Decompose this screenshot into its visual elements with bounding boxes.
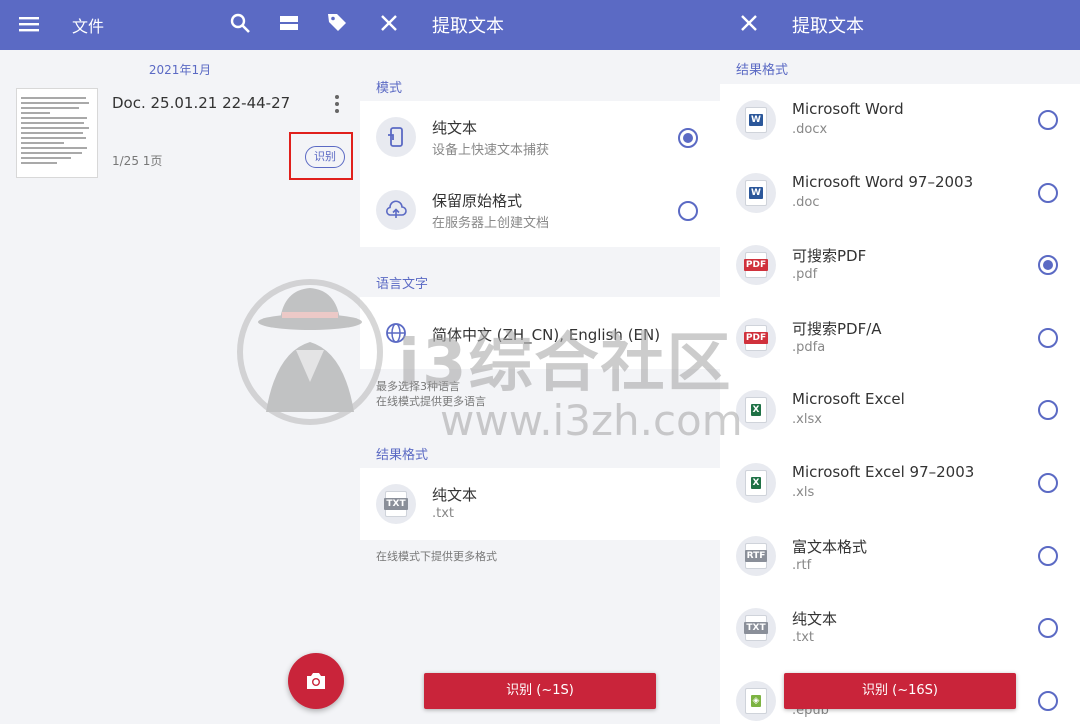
format-ext: .pdfa <box>792 339 826 355</box>
format-list: W Microsoft Word .docx W Microsoft Word 97–2… <box>720 84 1080 724</box>
format-note: 在线模式下提供更多格式 <box>376 550 497 563</box>
format-option-txt[interactable]: TXT 纯文本 .txt <box>360 468 720 540</box>
format-label: 纯文本 <box>792 610 838 629</box>
mode-option-keep-format[interactable]: 保留原始格式 在服务器上创建文档 <box>360 174 720 246</box>
menu-icon[interactable] <box>18 13 40 35</box>
page-title: 提取文本 <box>432 16 504 37</box>
format-ext: .txt <box>792 630 815 646</box>
search-icon[interactable] <box>229 12 251 34</box>
camera-button[interactable] <box>288 653 344 709</box>
document-item[interactable]: Doc. 25.01.21 22-44-27 1/25 1页 识别 <box>10 84 355 184</box>
language-option[interactable]: 简体中文 (ZH_CN), English (EN) <box>360 297 720 369</box>
page-title: 文件 <box>72 17 105 36</box>
format-label: Microsoft Excel 97–2003 <box>792 463 975 481</box>
more-icon[interactable] <box>330 94 344 114</box>
format-label: Microsoft Excel <box>792 390 905 409</box>
recognize-chip[interactable]: 识别 <box>305 146 345 168</box>
extract-panel-mode: 提取文本 模式 纯文本 设备上快速文本捕获 保留原始格式 在服务器上创建文档 语… <box>360 0 720 724</box>
mode-sub: 在服务器上创建文档 <box>432 216 550 231</box>
mode-radio[interactable] <box>678 201 698 221</box>
language-card[interactable]: 简体中文 (ZH_CN), English (EN) <box>360 297 720 369</box>
mode-label: 纯文本 <box>432 119 478 137</box>
format-radio[interactable] <box>1038 255 1058 276</box>
format-option[interactable]: PDF 可搜索PDF .pdf <box>720 229 1080 301</box>
cloud-icon <box>376 190 416 230</box>
highlight-box: 识别 <box>289 132 353 180</box>
file-type-icon: PDF <box>736 317 776 358</box>
format-card[interactable]: TXT 纯文本 .txt <box>360 468 720 540</box>
format-ext: .xls <box>792 485 815 500</box>
mode-section-header: 模式 <box>376 81 403 96</box>
tag-icon[interactable] <box>326 11 348 33</box>
format-radio[interactable] <box>1038 545 1058 566</box>
phone-icon <box>376 117 416 157</box>
format-option[interactable]: PDF 可搜索PDF/A .pdfa <box>720 302 1080 374</box>
format-ext: .doc <box>792 194 820 210</box>
format-ext: .rtf <box>792 557 812 573</box>
format-ext: .txt <box>432 506 455 521</box>
txt-file-icon: TXT <box>376 484 416 524</box>
format-label: 富文本格式 <box>792 537 868 556</box>
file-type-icon: RTF <box>736 535 776 576</box>
format-option[interactable]: W Microsoft Word .docx <box>720 84 1080 156</box>
format-option[interactable]: TXT 纯文本 .txt <box>720 592 1080 664</box>
files-panel: 文件 2021年1月 Doc. 25.01.21 22-44-27 1/25 1… <box>0 0 360 724</box>
document-title: Doc. 25.01.21 22-44-27 <box>112 94 291 112</box>
extract-app-bar: 提取文本 <box>360 0 720 50</box>
format-option[interactable]: X Microsoft Excel .xlsx <box>720 374 1080 446</box>
format-option[interactable]: X Microsoft Excel 97–2003 .xls <box>720 447 1080 519</box>
format-ext: .pdf <box>792 267 818 283</box>
close-icon[interactable] <box>740 14 758 32</box>
format-radio[interactable] <box>1038 473 1058 493</box>
format-label: Microsoft Word <box>792 100 904 118</box>
document-thumbnail <box>16 88 98 178</box>
format-radio[interactable] <box>1038 618 1058 639</box>
close-icon[interactable] <box>380 14 398 32</box>
view-icon[interactable] <box>278 12 300 34</box>
mode-sub: 设备上快速文本捕获 <box>432 143 550 158</box>
format-section-header: 结果格式 <box>736 63 789 78</box>
format-radio[interactable] <box>1038 690 1058 711</box>
mode-radio[interactable] <box>678 128 698 148</box>
format-radio[interactable] <box>1038 327 1058 348</box>
recognize-button[interactable]: 识别 (~16S) <box>784 673 1016 709</box>
language-label: 简体中文 (ZH_CN), English (EN) <box>432 326 661 344</box>
extract-panel-formats: 提取文本 结果格式 W Microsoft Word .docx W Microsoft… <box>720 0 1080 724</box>
format-option[interactable]: RTF 富文本格式 .rtf <box>720 520 1080 592</box>
language-note-1: 最多选择3种语言 <box>376 380 460 393</box>
globe-icon <box>376 313 416 353</box>
language-note-2: 在线模式提供更多语言 <box>376 395 486 408</box>
mode-option-plain-text[interactable]: 纯文本 设备上快速文本捕获 <box>360 101 720 173</box>
file-type-icon: PDF <box>736 245 776 286</box>
file-type-icon: TXT <box>736 608 776 649</box>
files-app-bar: 文件 <box>0 0 360 50</box>
document-meta: 1/25 1页 <box>112 154 163 168</box>
file-type-icon: X <box>736 463 776 503</box>
format-radio[interactable] <box>1038 400 1058 421</box>
recognize-button[interactable]: 识别 (~1S) <box>424 673 656 709</box>
language-section-header: 语言文字 <box>376 277 429 292</box>
format-label: 可搜索PDF/A <box>792 319 882 338</box>
mode-card: 纯文本 设备上快速文本捕获 保留原始格式 在服务器上创建文档 <box>360 101 720 247</box>
format-section-header: 结果格式 <box>376 448 429 463</box>
format-label: 纯文本 <box>432 486 478 504</box>
date-header: 2021年1月 <box>148 63 212 77</box>
file-type-icon: W <box>736 100 776 140</box>
camera-icon <box>304 670 328 692</box>
file-type-icon: W <box>736 172 776 213</box>
page-title: 提取文本 <box>792 16 864 37</box>
format-option[interactable]: W Microsoft Word 97–2003 .doc <box>720 157 1080 229</box>
format-label: Microsoft Word 97–2003 <box>792 172 974 191</box>
mode-label: 保留原始格式 <box>432 192 523 210</box>
format-ext: .xlsx <box>792 412 822 428</box>
format-radio[interactable] <box>1038 182 1058 203</box>
file-type-icon: ◈ <box>736 680 776 721</box>
format-label: 可搜索PDF <box>792 247 867 266</box>
format-ext: .docx <box>792 122 828 137</box>
extract-app-bar: 提取文本 <box>720 0 1080 50</box>
file-type-icon: X <box>736 390 776 431</box>
format-radio[interactable] <box>1038 110 1058 130</box>
